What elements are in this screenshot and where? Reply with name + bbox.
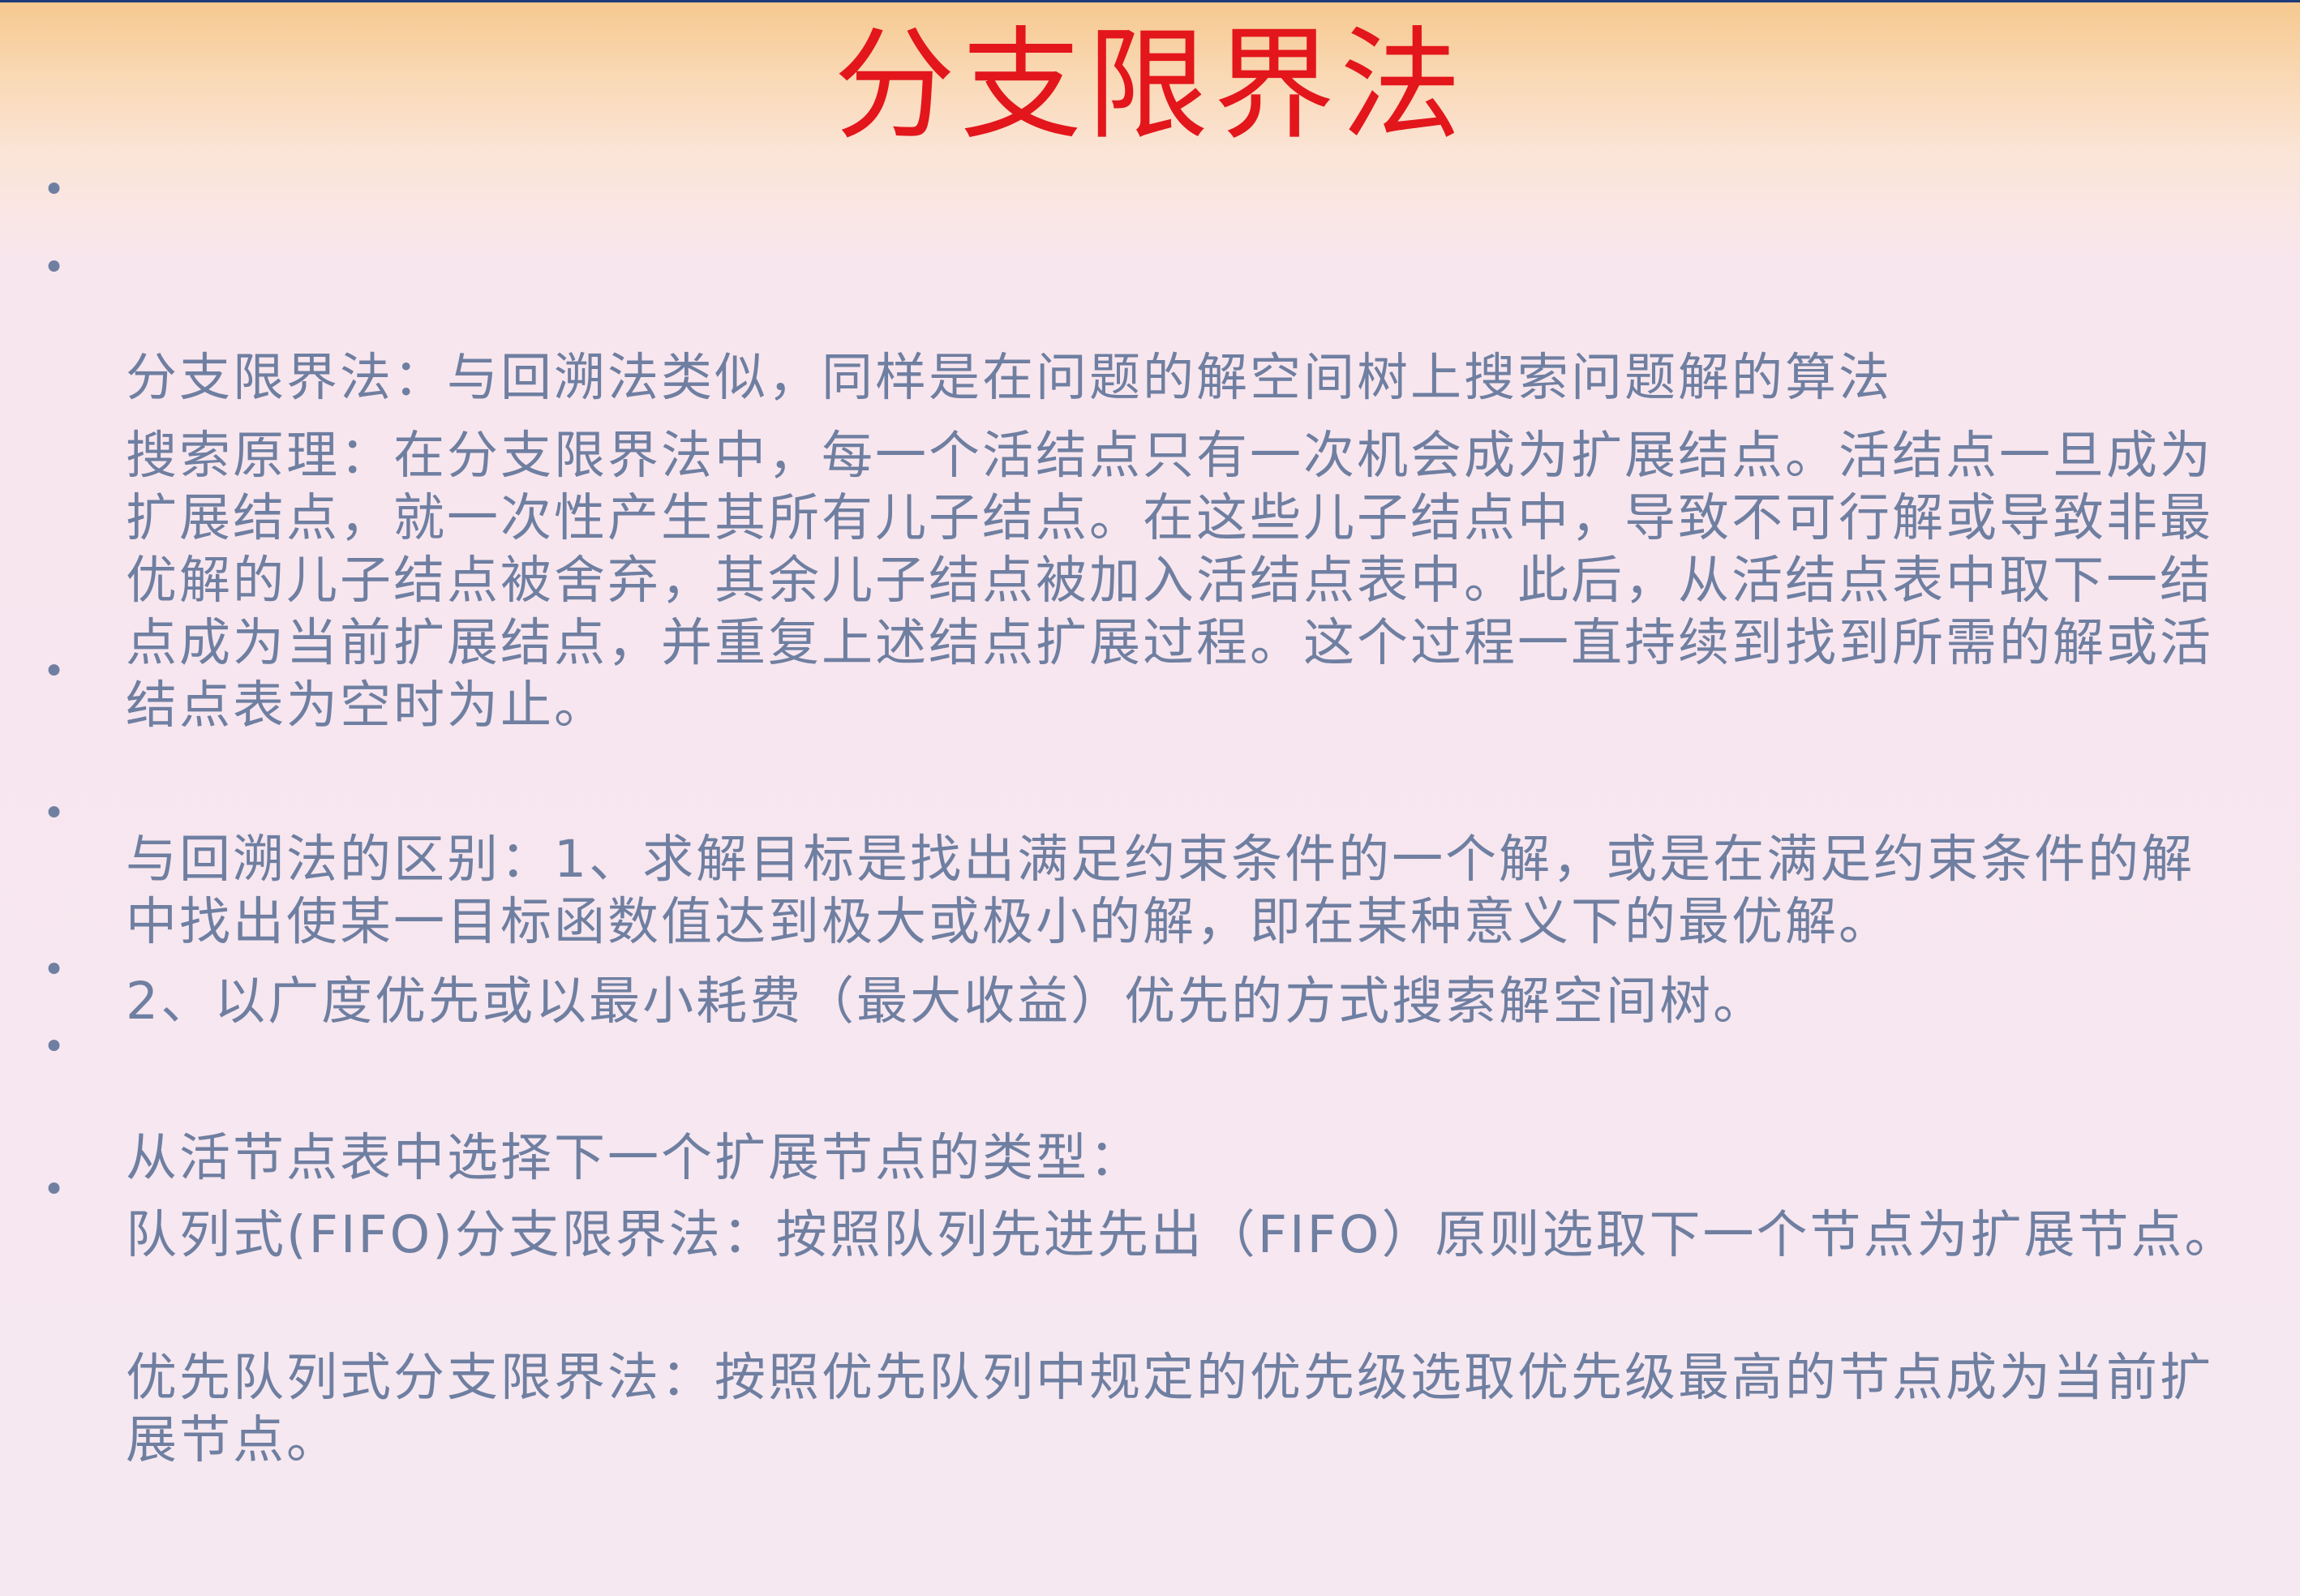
slide: 分支限界法 • 分支限界法：与回溯法类似，同样是在问题的解空间树上搜索问题解的算… [0,0,2300,1469]
bullet-dot-icon: • [42,947,68,993]
bullet-dot-icon: • [42,245,68,290]
bullet-list: • 分支限界法：与回溯法类似，同样是在问题的解空间树上搜索问题解的算法 • 搜索… [0,2,2300,1469]
bullet-dot-icon: • [42,1167,68,1212]
bullet-text: 优先队列式分支限界法：按照优先队列中规定的优先级选取优先级最高的节点成为当前扩展… [126,1348,2213,1469]
bullet-dot-icon: • [42,791,68,836]
bullet-dot-icon: • [42,649,68,694]
bullet-item-priority-queue: • 优先队列式分支限界法：按照优先队列中规定的优先级选取优先级最高的节点成为当前… [32,1159,2238,1596]
bullet-dot-icon: • [42,167,68,212]
bullet-dot-icon: • [42,1024,68,1070]
